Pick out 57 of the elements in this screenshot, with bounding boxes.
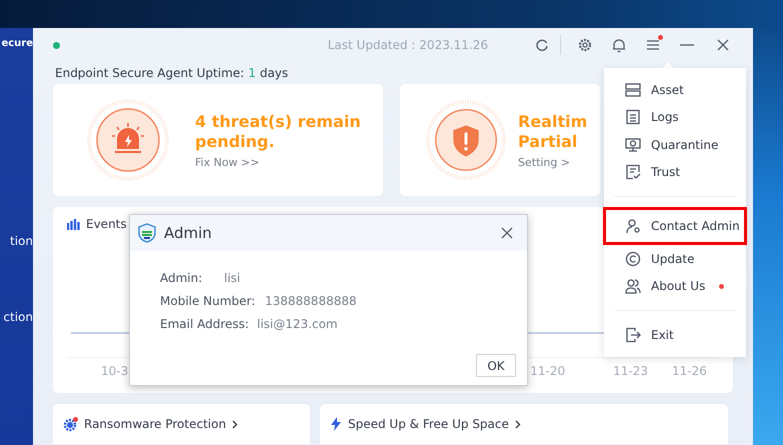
menu-item[interactable]: Logs — [603, 104, 747, 131]
shield-logo-icon — [138, 223, 156, 243]
settings-icon — [578, 38, 592, 52]
field-value: lisi — [224, 270, 240, 284]
menu-icon — [646, 39, 660, 51]
refresh-icon — [535, 38, 549, 52]
axis-label: 11-20 — [530, 364, 566, 378]
sidebar-item[interactable]: ction — [3, 310, 33, 324]
close-icon — [717, 39, 729, 51]
menu-item[interactable]: Asset — [603, 76, 747, 104]
shield-icon — [426, 99, 506, 181]
close-icon — [501, 227, 513, 239]
uptime-unit: days — [260, 66, 288, 80]
field-label: Mobile Number: — [160, 294, 256, 308]
document-icon — [625, 109, 641, 126]
chevron-icon — [514, 420, 521, 428]
refresh-icon — [625, 250, 641, 267]
field-value: lisi@123.com — [257, 316, 338, 330]
uptime-label: Endpoint Secure Agent Uptime: — [55, 66, 244, 80]
status-link[interactable]: Setting > — [518, 156, 600, 168]
axis-label: 11-23 — [613, 364, 648, 378]
status-title: 4 threat(s) remain pending. — [195, 112, 362, 152]
field-value: 138888888888 — [265, 294, 357, 308]
feature-link[interactable]: Ransomware Protection — [84, 417, 226, 431]
checklist-icon — [625, 164, 641, 180]
minimize-icon — [680, 44, 694, 46]
feature-link[interactable]: Speed Up & Free Up Space — [348, 417, 509, 431]
dialog-title: Admin — [164, 224, 213, 242]
status-link[interactable]: Fix Now >> — [195, 156, 365, 168]
gear-lock-icon — [63, 416, 78, 432]
menu-item[interactable]: Contact Admin — [603, 207, 747, 245]
bell-icon — [612, 38, 626, 52]
menu-item[interactable]: About Us — [603, 272, 747, 300]
bar-chart-icon — [67, 218, 81, 230]
menu-item[interactable]: Exit — [603, 321, 747, 348]
status-title: Realtim Partial — [518, 112, 588, 152]
axis-label: 10-3 — [101, 364, 128, 378]
sidebar-item[interactable]: tion — [10, 234, 33, 248]
menu-item[interactable]: Quarantine — [603, 131, 747, 158]
ok-button[interactable]: OK — [476, 354, 516, 377]
field-label: Admin: — [160, 270, 204, 284]
menu-item[interactable]: Update — [603, 245, 747, 272]
server-icon — [625, 82, 641, 98]
app-title: ecure — [1, 38, 33, 49]
chevron-icon — [232, 420, 238, 428]
users-icon — [625, 278, 641, 294]
menu-item[interactable]: Trust — [603, 158, 747, 186]
events-title: Events — [86, 217, 127, 231]
monitor-icon — [625, 136, 641, 153]
field-label: Email Address: — [160, 316, 250, 330]
user-gear-icon — [625, 218, 641, 234]
axis-label: 11-26 — [672, 364, 707, 378]
last-updated-text: Last Updated : 2023.11.26 — [328, 38, 488, 52]
lightning-icon — [330, 417, 342, 431]
uptime-value: 1 — [248, 66, 256, 80]
siren-icon — [87, 99, 169, 181]
exit-icon — [625, 326, 641, 343]
